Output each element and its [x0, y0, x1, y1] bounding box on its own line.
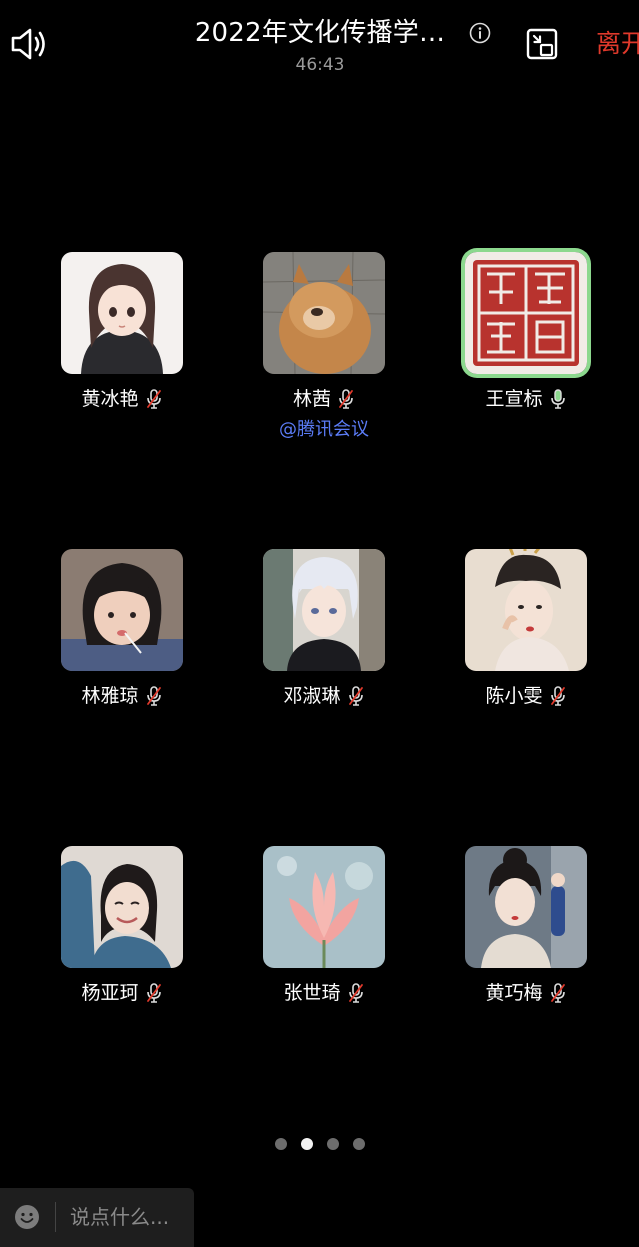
speaker-icon [11, 28, 45, 60]
participant-name: 邓淑琳 [283, 685, 341, 707]
participant-name: 王宣标 [485, 388, 543, 410]
participant-tile[interactable]: 林雅琼 [32, 549, 212, 709]
mic-muted-icon [550, 983, 565, 1003]
avatar [61, 846, 183, 968]
participant-name-row: 王宣标 [436, 386, 616, 412]
participant-name-row: 黄冰艳 [32, 386, 212, 412]
participant-name-row: 林茜 [234, 386, 414, 412]
page-indicator[interactable] [0, 1138, 639, 1150]
participant-tile[interactable]: 张世琦 [234, 846, 414, 1006]
shrink-window-icon [526, 28, 558, 60]
avatar [465, 549, 587, 671]
participant-name: 林茜 [292, 388, 331, 410]
avatar [61, 549, 183, 671]
avatar [263, 846, 385, 968]
participant-tile[interactable]: 王宣标 [436, 252, 616, 412]
participant-name-row: 张世琦 [234, 980, 414, 1006]
participant-name: 张世琦 [283, 982, 341, 1004]
meeting-screen: 2022年文化传播学… 46:43 离开 黄冰艳 林茜 @腾讯会议 王宣标 林雅… [0, 0, 639, 1247]
mic-muted-icon [146, 983, 161, 1003]
avatar [263, 252, 385, 374]
mic-muted-icon [146, 686, 161, 706]
chat-input[interactable]: 说点什么... [70, 1203, 169, 1231]
mic-muted-icon [550, 686, 565, 706]
page-dot-active[interactable] [300, 1138, 313, 1150]
participant-name-row: 陈小雯 [436, 683, 616, 709]
mic-on-icon [550, 389, 565, 409]
emoji-button[interactable] [14, 1204, 40, 1230]
page-dot[interactable] [274, 1138, 287, 1150]
info-button[interactable] [469, 22, 491, 44]
meeting-timer: 46:43 [295, 55, 345, 75]
chat-bar[interactable]: 说点什么... [0, 1188, 194, 1247]
participant-name-row: 邓淑琳 [234, 683, 414, 709]
meeting-title-area[interactable]: 2022年文化传播学… 46:43 [150, 14, 490, 76]
participant-name-row: 黄巧梅 [436, 980, 616, 1006]
participant-tile[interactable]: 黄冰艳 [32, 252, 212, 412]
meeting-title[interactable]: 2022年文化传播学… [150, 14, 490, 52]
avatar [465, 846, 587, 968]
leave-button[interactable]: 离开 [596, 28, 639, 60]
participant-name-row: 林雅琼 [32, 683, 212, 709]
participant-name: 黄冰艳 [81, 388, 139, 410]
participant-tile[interactable]: 林茜 @腾讯会议 [234, 252, 414, 442]
page-dot[interactable] [352, 1138, 365, 1150]
exit-fullscreen-button[interactable] [526, 28, 558, 60]
participant-name: 黄巧梅 [485, 982, 543, 1004]
avatar-speaking [465, 252, 587, 374]
mic-muted-icon [348, 983, 363, 1003]
source-tag: @腾讯会议 [279, 419, 369, 440]
participant-name: 陈小雯 [485, 685, 543, 707]
participant-tile[interactable]: 黄巧梅 [436, 846, 616, 1006]
avatar [61, 252, 183, 374]
participant-name: 杨亚珂 [81, 982, 139, 1004]
avatar [263, 549, 385, 671]
smiley-icon [15, 1205, 39, 1229]
mic-muted-icon [146, 389, 161, 409]
mic-muted-icon [339, 389, 353, 409]
participant-name: 林雅琼 [81, 685, 139, 707]
participant-tile[interactable]: 邓淑琳 [234, 549, 414, 709]
participant-name-row: 杨亚珂 [32, 980, 212, 1006]
participant-tile[interactable]: 杨亚珂 [32, 846, 212, 1006]
info-icon [469, 22, 491, 44]
chat-divider [55, 1202, 56, 1232]
mic-muted-icon [348, 686, 363, 706]
page-dot[interactable] [326, 1138, 339, 1150]
participant-tile[interactable]: 陈小雯 [436, 549, 616, 709]
speaker-button[interactable] [10, 26, 48, 62]
